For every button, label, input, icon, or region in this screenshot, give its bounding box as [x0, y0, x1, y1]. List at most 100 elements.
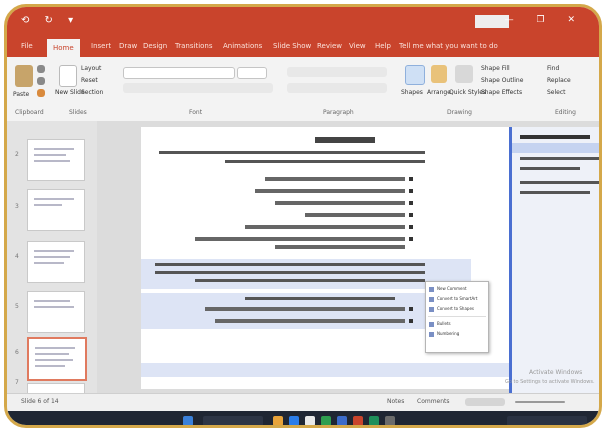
edge-icon[interactable] — [289, 416, 299, 425]
menu-item-new-comment[interactable]: New Comment — [429, 285, 485, 293]
quick-styles-icon[interactable] — [455, 65, 473, 83]
start-icon[interactable] — [183, 416, 193, 425]
word-icon[interactable] — [337, 416, 347, 425]
powerpoint-icon[interactable] — [353, 416, 363, 425]
font-name-input[interactable] — [123, 67, 235, 79]
slide-thumbnail[interactable] — [27, 291, 85, 333]
zoom-slider[interactable] — [515, 401, 565, 403]
layout-button[interactable]: Layout — [81, 65, 101, 72]
side-box-heading — [520, 135, 590, 139]
quick-access-toolbar[interactable]: ⟲ ↻ ▾ — [21, 15, 79, 26]
view-buttons[interactable] — [465, 398, 505, 406]
app-icon[interactable] — [385, 416, 395, 425]
bullet-icon — [409, 213, 413, 217]
slide-number: 5 — [15, 303, 19, 310]
slide-number: 6 — [15, 349, 19, 356]
excel-icon[interactable] — [369, 416, 379, 425]
shape-outline-button[interactable]: Shape Outline — [481, 77, 523, 84]
shape-fill-button[interactable]: Shape Fill — [481, 65, 510, 72]
side-box-highlight — [512, 143, 599, 153]
font-size-input[interactable] — [237, 67, 267, 79]
bullet-item — [265, 177, 405, 181]
menu-item-convert-shapes[interactable]: Convert to Shapes — [429, 305, 485, 313]
tab-file[interactable]: File — [21, 42, 33, 50]
file-explorer-icon[interactable] — [273, 416, 283, 425]
tab-home[interactable]: Home — [47, 39, 80, 57]
chrome-icon[interactable] — [321, 416, 331, 425]
tab-design[interactable]: Design — [143, 42, 167, 50]
group-label-editing: Editing — [555, 109, 576, 116]
slide-editing-area: New Comment Convert to SmartArt Convert … — [97, 121, 599, 393]
bullet-item — [245, 225, 405, 229]
copy-icon[interactable] — [37, 77, 45, 85]
replace-button[interactable]: Replace — [547, 77, 571, 84]
paste-button[interactable]: Paste — [13, 91, 29, 98]
activate-windows-subtitle: Go to Settings to activate Windows. — [505, 379, 595, 385]
side-box-line — [520, 181, 599, 184]
ribbon-tabs: File Home Insert Draw Design Transitions… — [7, 37, 599, 57]
body-text-line — [155, 263, 425, 266]
tab-review[interactable]: Review — [317, 42, 342, 50]
slide-number: 7 — [15, 379, 19, 386]
body-text-line — [245, 297, 395, 300]
menu-item-numbering[interactable]: Numbering — [429, 330, 485, 338]
bullet-icon — [409, 319, 413, 323]
side-box-line — [520, 157, 599, 160]
tab-help[interactable]: Help — [375, 42, 391, 50]
bullets-icon — [429, 321, 434, 327]
slide-intro-paragraph[interactable] — [155, 149, 425, 167]
cut-icon[interactable] — [37, 65, 45, 73]
slide-thumbnail[interactable] — [27, 189, 85, 231]
menu-item-bullets[interactable]: Bullets — [429, 320, 485, 328]
paragraph-list-buttons[interactable] — [287, 67, 387, 77]
format-painter-icon[interactable] — [37, 89, 45, 97]
tell-me-search[interactable]: Tell me what you want to do — [399, 42, 498, 50]
activate-windows-title: Activate Windows — [529, 369, 583, 376]
smartart-icon — [429, 296, 434, 302]
slide-thumbnail-selected[interactable] — [27, 337, 87, 381]
bullet-item — [195, 237, 405, 241]
slide-thumbnail[interactable] — [27, 139, 85, 181]
shape-effects-button[interactable]: Shape Effects — [481, 89, 522, 96]
new-slide-icon[interactable] — [59, 65, 77, 87]
group-label-paragraph: Paragraph — [323, 109, 354, 116]
bullet-icon — [409, 225, 413, 229]
section-button[interactable]: Section — [81, 89, 103, 96]
slide-thumbnail[interactable] — [27, 241, 85, 283]
select-button[interactable]: Select — [547, 89, 566, 96]
paragraph-align-buttons[interactable] — [287, 83, 387, 93]
notes-button[interactable]: Notes — [387, 398, 404, 405]
ribbon: Paste Clipboard New Slide Layout Reset S… — [7, 57, 599, 122]
menu-divider — [428, 316, 486, 317]
slide-count: Slide 6 of 14 — [21, 398, 59, 405]
find-button[interactable]: Find — [547, 65, 559, 72]
tab-view[interactable]: View — [349, 42, 366, 50]
arrange-button[interactable]: Arrange — [427, 89, 451, 96]
store-icon[interactable] — [305, 416, 315, 425]
font-formatting-buttons[interactable] — [123, 83, 273, 93]
slide-number: 4 — [15, 253, 19, 260]
numbering-icon — [429, 331, 434, 337]
status-bar: Slide 6 of 14 Notes Comments — [7, 393, 599, 412]
arrange-icon[interactable] — [431, 65, 447, 83]
slide-number: 3 — [15, 203, 19, 210]
system-tray[interactable] — [507, 416, 587, 425]
selected-text-highlight[interactable] — [141, 363, 525, 377]
search-box[interactable] — [203, 416, 263, 425]
tab-slide-show[interactable]: Slide Show — [273, 42, 311, 50]
side-text-box[interactable] — [509, 127, 599, 393]
bullet-icon — [409, 201, 413, 205]
paste-icon[interactable] — [15, 65, 33, 87]
tab-animations[interactable]: Animations — [223, 42, 262, 50]
reset-button[interactable]: Reset — [81, 77, 98, 84]
shapes-button[interactable]: Shapes — [401, 89, 423, 96]
tab-insert[interactable]: Insert — [91, 42, 111, 50]
body-text-line — [155, 271, 425, 274]
shapes-icon[interactable] — [405, 65, 425, 85]
window-controls[interactable]: — ❐ ✕ — [505, 15, 585, 25]
bullet-icon — [409, 307, 413, 311]
tab-transitions[interactable]: Transitions — [175, 42, 213, 50]
tab-draw[interactable]: Draw — [119, 42, 137, 50]
comments-button[interactable]: Comments — [417, 398, 450, 405]
menu-item-convert-smartart[interactable]: Convert to SmartArt — [429, 295, 485, 303]
